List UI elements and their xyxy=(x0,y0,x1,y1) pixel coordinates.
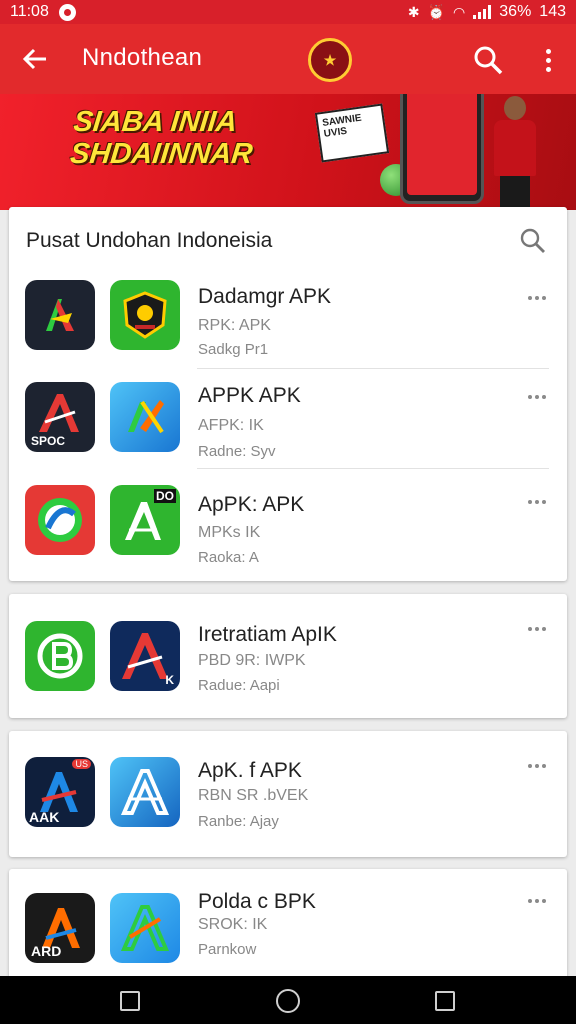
app-icon[interactable]: DO xyxy=(110,485,180,555)
more-horiz-icon[interactable] xyxy=(525,390,549,404)
app-icon[interactable] xyxy=(110,893,180,963)
icon-label: DO xyxy=(154,489,176,503)
bluetooth-icon: ✱ xyxy=(407,3,420,20)
app-meta: Raoka: A xyxy=(198,549,259,566)
nav-recents-icon[interactable] xyxy=(435,991,455,1011)
app-title: Nndothean xyxy=(82,44,203,71)
record-icon xyxy=(58,3,76,21)
phone-graphic xyxy=(400,94,484,204)
app-meta: Ranbe: Ajay xyxy=(198,813,279,830)
alarm-icon: ⏰ xyxy=(427,3,446,20)
app-title: ApK. f APK xyxy=(198,759,302,782)
app-bar: Nndothean ★ xyxy=(0,24,576,94)
icon-label: SPOC xyxy=(31,434,66,448)
system-nav-bar xyxy=(0,976,576,1024)
app-icon[interactable]: K xyxy=(110,621,180,691)
icon-label: ARD xyxy=(31,943,62,959)
nav-back-icon[interactable] xyxy=(120,991,140,1011)
app-subtitle: AFPK: IK xyxy=(198,417,264,434)
more-vert-icon[interactable] xyxy=(536,44,560,76)
person-graphic xyxy=(488,94,540,210)
app-icon[interactable] xyxy=(110,280,180,350)
status-bar: 11:08 ✱ ⏰ ◠ 36% 143 xyxy=(0,0,576,24)
more-horiz-icon[interactable] xyxy=(525,495,549,509)
more-horiz-icon[interactable] xyxy=(525,894,549,908)
wifi-icon: ◠ xyxy=(453,3,466,20)
app-subtitle: RBN SR .bVEK xyxy=(198,787,309,804)
nav-home-icon[interactable] xyxy=(276,989,300,1013)
app-subtitle: MPKs IK xyxy=(198,524,261,541)
app-list-card: Pusat Undohan Indoneisia Dadamgr APK RPK… xyxy=(9,207,567,581)
signal-icon xyxy=(473,5,492,19)
app-subtitle: PBD 9R: IWPK xyxy=(198,652,306,669)
more-horiz-icon[interactable] xyxy=(525,759,549,773)
app-icon[interactable] xyxy=(110,382,180,452)
app-icon[interactable] xyxy=(25,485,95,555)
app-title: Polda c BPK xyxy=(198,890,316,913)
back-arrow-icon[interactable] xyxy=(18,42,52,76)
icon-label: AAK xyxy=(29,809,60,825)
card-title: Pusat Undohan Indoneisia xyxy=(26,229,273,252)
app-icon[interactable]: AAK US xyxy=(25,757,95,827)
list-item[interactable]: Dadamgr APK RPK: APK Sadkg Pr1 xyxy=(9,269,567,369)
app-meta: Radne: Syv xyxy=(198,443,276,460)
app-icon[interactable]: SPOC xyxy=(25,382,95,452)
app-meta: Sadkg Pr1 xyxy=(198,341,269,358)
app-icon[interactable] xyxy=(110,757,180,827)
battery-percent: 36% xyxy=(499,3,532,20)
app-title: Dadamgr APK xyxy=(198,285,332,308)
search-icon[interactable] xyxy=(472,44,504,76)
app-title: Iretratiam ApIK xyxy=(198,623,337,646)
app-icon[interactable] xyxy=(25,280,95,350)
app-title: ApPK: APK xyxy=(198,493,305,516)
app-title: APPK APK xyxy=(198,384,301,407)
promo-banner[interactable]: SIABA INIIA SHDAIINNAR SAWNIE UVIS xyxy=(0,94,576,210)
list-item[interactable]: SPOC APPK APK AFPK: IK Radne: Syv xyxy=(9,369,567,469)
more-horiz-icon[interactable] xyxy=(525,291,549,305)
list-item[interactable]: DO ApPK: APK MPKs IK Raoka: A xyxy=(9,473,567,573)
icon-label: K xyxy=(165,673,174,687)
card-header: Pusat Undohan Indoneisia xyxy=(9,207,567,273)
banner-card: SAWNIE UVIS xyxy=(314,103,390,163)
app-meta: Parnkow xyxy=(198,941,257,958)
app-card[interactable]: K Iretratiam ApIK PBD 9R: IWPK Radue: Aa… xyxy=(9,594,567,718)
app-icon[interactable] xyxy=(25,621,95,691)
app-icon[interactable]: ARD xyxy=(25,893,95,963)
emblem-logo: ★ xyxy=(308,38,352,82)
search-icon[interactable] xyxy=(519,227,547,255)
app-meta: Radue: Aapi xyxy=(198,677,280,694)
status-time: 11:08 xyxy=(10,3,49,20)
more-horiz-icon[interactable] xyxy=(525,622,549,636)
app-subtitle: SROK: IK xyxy=(198,916,268,933)
icon-badge: US xyxy=(72,759,91,769)
status-extra: 143 xyxy=(539,3,566,20)
app-card[interactable]: AAK US ApK. f APK RBN SR .bVEK Ranbe: Aj… xyxy=(9,731,567,857)
banner-headline: SIABA INIIA SHDAIINNAR xyxy=(68,106,255,170)
app-subtitle: RPK: APK xyxy=(198,317,271,334)
app-card[interactable]: ARD Polda c BPK SROK: IK Parnkow xyxy=(9,869,567,979)
